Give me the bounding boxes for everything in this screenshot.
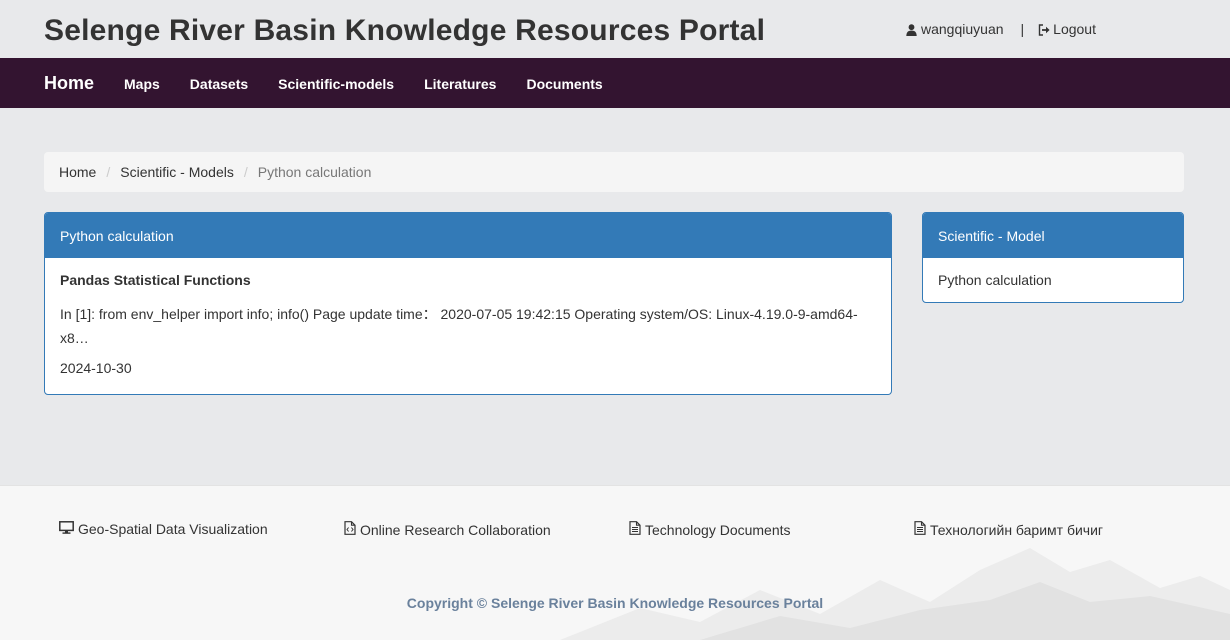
footer: Geo-Spatial Data Visualization Online Re… bbox=[0, 485, 1230, 640]
username-label: wangqiuyuan bbox=[921, 21, 1004, 37]
logout-label: Logout bbox=[1053, 21, 1096, 37]
nav-maps[interactable]: Maps bbox=[124, 76, 160, 92]
main-content-panel: Python calculation Pandas Statistical Fu… bbox=[44, 212, 892, 395]
side-link-python-calculation[interactable]: Python calculation bbox=[938, 272, 1052, 288]
nav-literatures[interactable]: Literatures bbox=[424, 76, 496, 92]
user-icon bbox=[906, 23, 918, 36]
footer-link-label: Geo-Spatial Data Visualization bbox=[78, 521, 268, 537]
item-date: 2024-10-30 bbox=[60, 360, 132, 376]
breadcrumb-scientific-models[interactable]: Scientific - Models bbox=[120, 164, 234, 180]
side-panel: Scientific - Model Python calculation bbox=[922, 212, 1184, 303]
user-profile-link[interactable]: wangqiuyuan bbox=[906, 21, 1004, 37]
site-title: Selenge River Basin Knowledge Resources … bbox=[44, 14, 766, 47]
footer-link-label: Online Research Collaboration bbox=[360, 521, 551, 538]
item-description: In [1]: from env_helper import info; inf… bbox=[60, 306, 858, 346]
footer-link-research-collaboration[interactable]: Online Research Collaboration bbox=[344, 521, 551, 538]
top-header: Selenge River Basin Knowledge Resources … bbox=[0, 0, 1230, 58]
nav-menu: Maps Datasets Scientific-models Literatu… bbox=[124, 76, 633, 92]
sign-out-icon bbox=[1038, 23, 1050, 36]
side-panel-body: Python calculation bbox=[923, 258, 1183, 288]
breadcrumb-current: Python calculation bbox=[257, 164, 372, 180]
nav-scientific-models[interactable]: Scientific-models bbox=[278, 76, 394, 92]
footer-link-technology-documents-mn[interactable]: Технологийн баримт бичиг bbox=[914, 521, 1103, 538]
user-area: wangqiuyuan | Logout bbox=[906, 21, 1096, 37]
logout-button[interactable]: Logout bbox=[1038, 21, 1096, 37]
file-text-icon bbox=[629, 521, 641, 538]
footer-link-geo-spatial[interactable]: Geo-Spatial Data Visualization bbox=[59, 521, 268, 537]
breadcrumb-separator: / bbox=[106, 164, 111, 180]
copyright-text: Copyright © Selenge River Basin Knowledg… bbox=[406, 595, 824, 611]
nav-documents[interactable]: Documents bbox=[526, 76, 602, 92]
desktop-icon bbox=[59, 521, 74, 537]
file-text-icon bbox=[914, 521, 926, 538]
file-code-icon bbox=[344, 521, 356, 538]
footer-link-label: Технологийн баримт бичиг bbox=[930, 521, 1104, 538]
breadcrumb-home[interactable]: Home bbox=[59, 164, 96, 180]
main-panel-heading: Python calculation bbox=[45, 213, 891, 258]
main-navbar: Home Maps Datasets Scientific-models Lit… bbox=[0, 58, 1230, 108]
breadcrumb-separator: / bbox=[243, 164, 248, 180]
nav-datasets[interactable]: Datasets bbox=[190, 76, 248, 92]
mountain-background-image bbox=[560, 548, 1230, 640]
item-title-link[interactable]: Pandas Statistical Functions bbox=[60, 272, 876, 288]
breadcrumb: Home / Scientific - Models / Python calc… bbox=[44, 152, 1184, 192]
header-separator: | bbox=[1020, 21, 1025, 37]
footer-link-label: Technology Documents bbox=[645, 521, 791, 538]
side-panel-heading: Scientific - Model bbox=[923, 213, 1183, 258]
main-panel-body: Pandas Statistical Functions In [1]: fro… bbox=[45, 258, 891, 376]
footer-link-technology-documents[interactable]: Technology Documents bbox=[629, 521, 791, 538]
nav-home[interactable]: Home bbox=[44, 73, 94, 94]
